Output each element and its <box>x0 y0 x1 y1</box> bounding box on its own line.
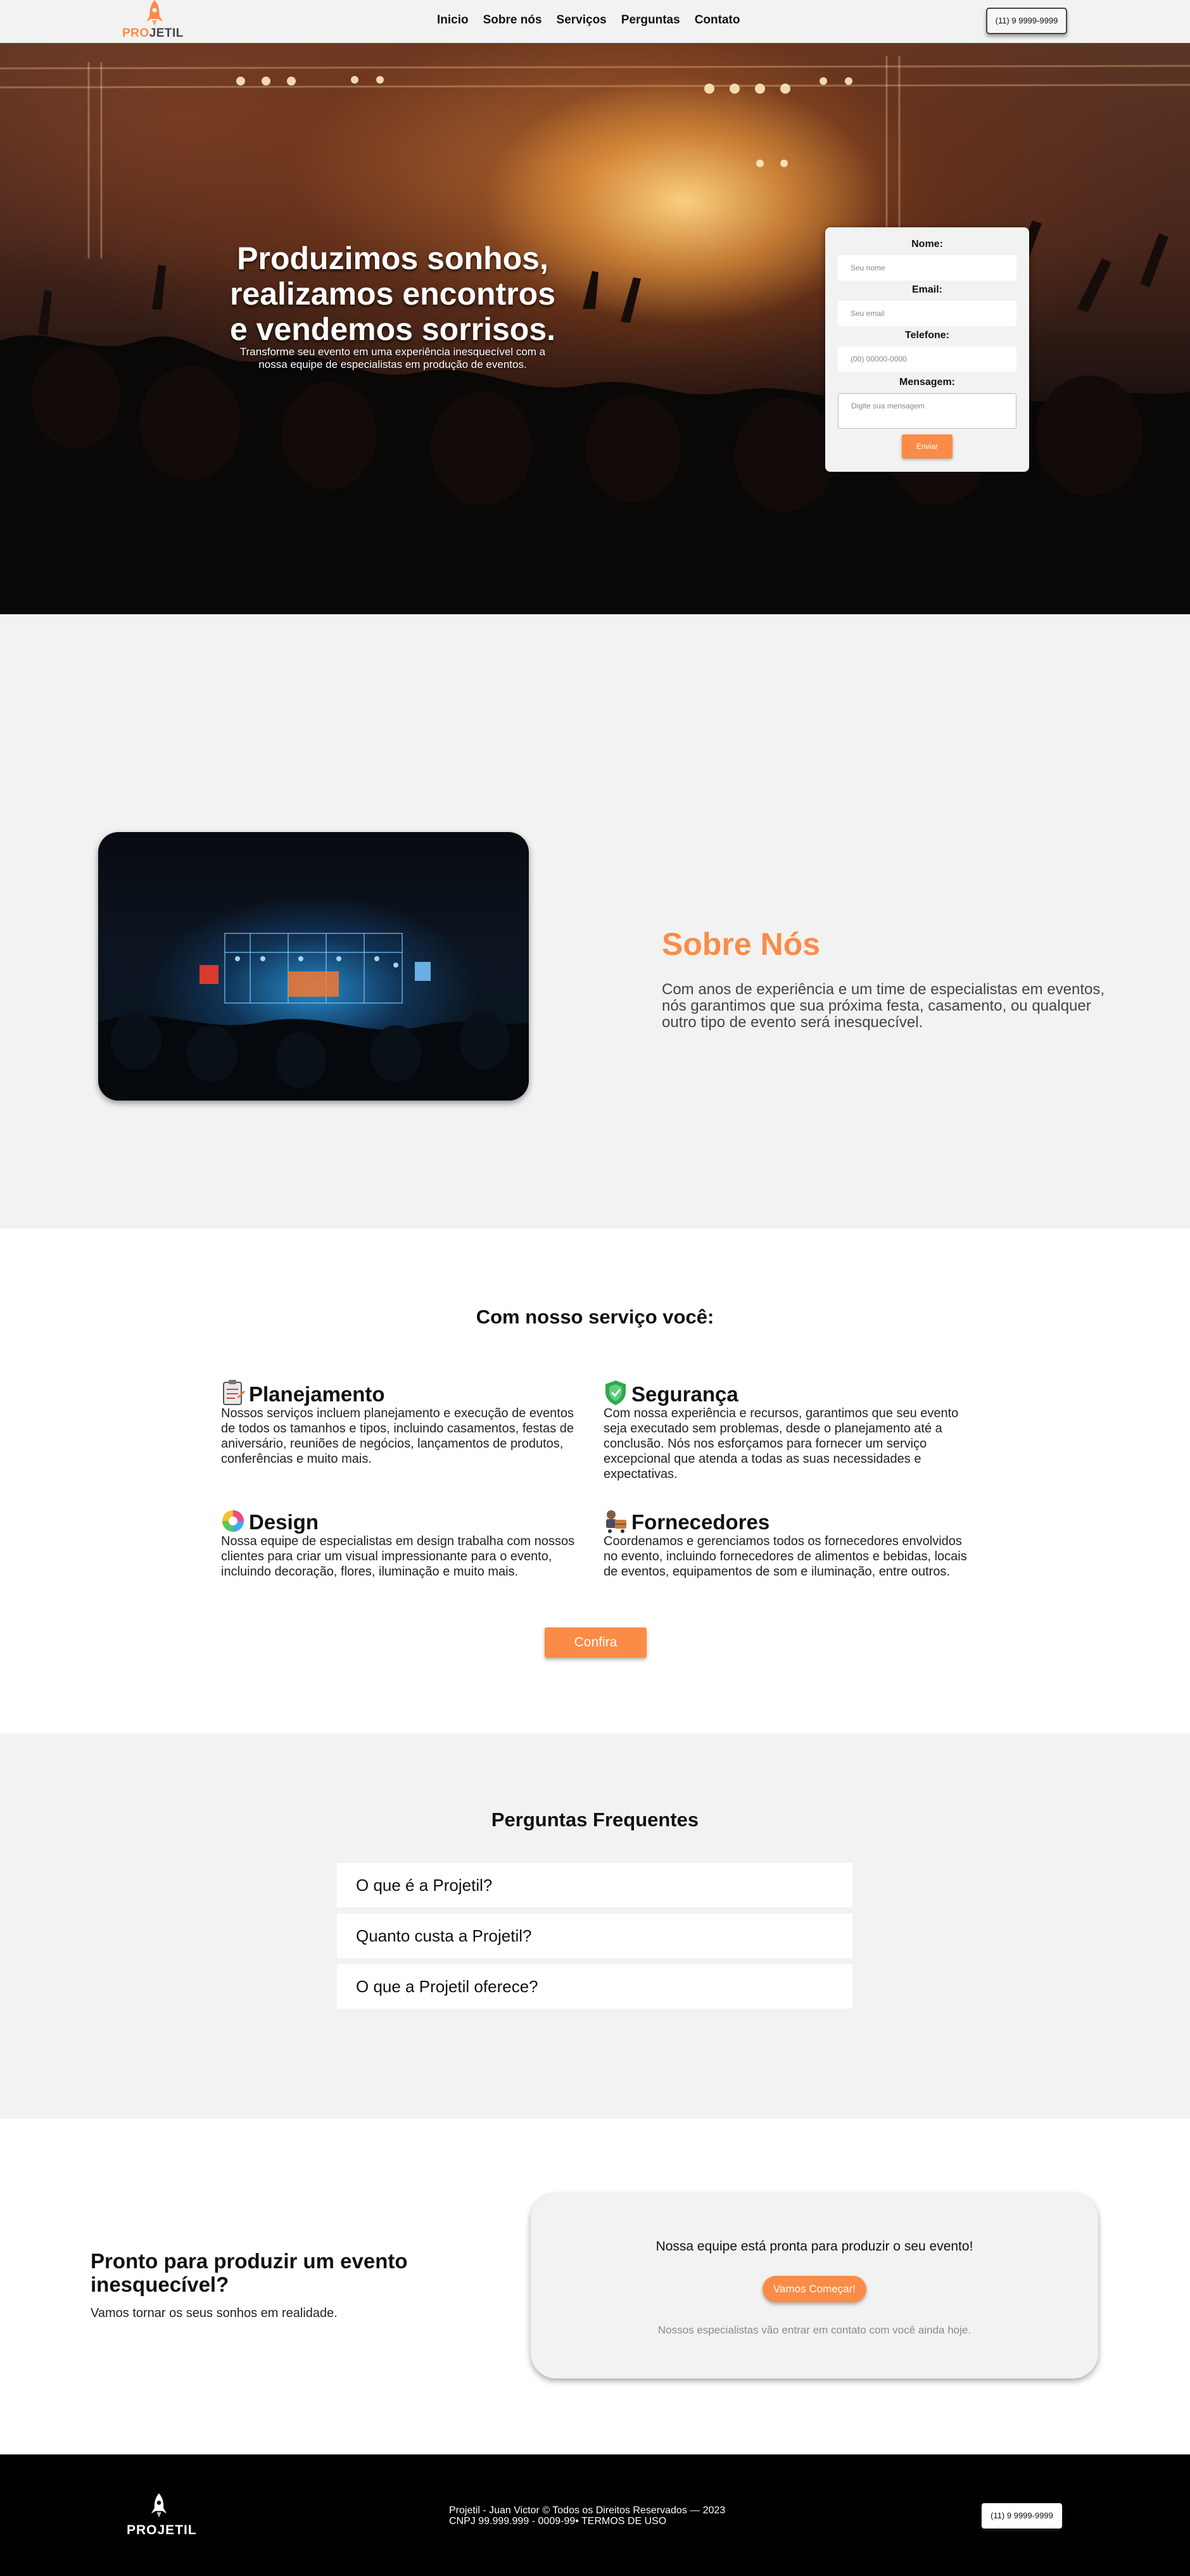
stage-illustration <box>98 933 529 1101</box>
faq-item[interactable]: O que a Projetil oferece? <box>337 1964 852 2009</box>
cta-section: Pronto para produzir um evento inesquecí… <box>0 2119 1190 2454</box>
logo-text: PROJETIL <box>122 27 184 41</box>
message-input[interactable] <box>838 393 1016 429</box>
cta-subtitle: Vamos tornar os seus sonhos em realidade… <box>91 2306 338 2320</box>
nav-link-sobre[interactable]: Sobre nós <box>483 13 542 27</box>
about-text: Com anos de experiência e um time de esp… <box>662 981 1105 1031</box>
about-title: Sobre Nós <box>662 926 821 962</box>
phone-button[interactable]: (11) 9 9999-9999 <box>986 8 1067 34</box>
faq-section: Perguntas Frequentes O que é a Projetil?… <box>0 1734 1190 2119</box>
footer-phone-button[interactable]: (11) 9 9999-9999 <box>982 2503 1062 2529</box>
color-palette-icon <box>222 1510 244 1532</box>
hero-section: Produzimos sonhos, realizamos encontros … <box>0 43 1190 614</box>
nav-link-inicio[interactable]: Inicio <box>437 13 469 27</box>
about-section: Sobre Nós Com anos de experiência e um t… <box>0 614 1190 1228</box>
rocket-icon <box>146 0 163 26</box>
name-input[interactable] <box>838 255 1016 281</box>
shield-icon <box>605 1380 626 1405</box>
footer-copyright: Projetil - Juan Victor © Todos os Direit… <box>449 2505 725 2527</box>
hero-title: Produzimos sonhos, realizamos encontros … <box>190 241 595 347</box>
service-title: Design <box>249 1510 319 1534</box>
concert-stage-image <box>98 832 529 1101</box>
faq-item[interactable]: Quanto custa a Projetil? <box>337 1914 852 1958</box>
logo-text-pro: PRO <box>122 27 149 40</box>
start-button[interactable]: Vamos Começar! <box>763 2276 866 2302</box>
faq-title: Perguntas Frequentes <box>491 1809 699 1831</box>
navbar: PROJETIL Inicio Sobre nós Serviços Pergu… <box>0 0 1190 43</box>
hero-subtitle: Transforme seu evento em uma experiência… <box>239 346 546 370</box>
phone-label: Telefone: <box>905 330 949 341</box>
nav-link-servicos[interactable]: Serviços <box>557 13 607 27</box>
cnpj-text: CNPJ 99.999.999 - 0009-99• TERMOS DE USO <box>449 2516 667 2527</box>
services-section: Com nosso serviço você: Planejamento Nos… <box>0 1228 1190 1734</box>
footer-logo[interactable]: PROJETIL <box>127 2492 196 2543</box>
phone-input[interactable] <box>838 346 1016 372</box>
cta-title: Pronto para produzir um evento inesquecí… <box>91 2249 408 2296</box>
faq-item[interactable]: O que é a Projetil? <box>337 1863 852 1907</box>
confira-button[interactable]: Confira <box>545 1627 647 1658</box>
copyright-text: Projetil - Juan Victor © Todos os Direit… <box>449 2505 726 2516</box>
brand-logo[interactable]: PROJETIL <box>120 0 190 43</box>
service-card-design: Design Nossa equipe de especialistas em … <box>221 1505 588 1579</box>
footer: PROJETIL Projetil - Juan Victor © Todos … <box>0 2454 1190 2576</box>
service-title: Planejamento <box>249 1382 385 1406</box>
message-label: Mensagem: <box>899 377 956 388</box>
email-label: Email: <box>911 284 942 295</box>
footer-logo-text: PROJETIL <box>127 2523 197 2537</box>
hero-title-line1: Produzimos sonhos, <box>237 241 548 276</box>
hero-title-line2: realizamos encontros <box>229 276 556 312</box>
service-title: Segurança <box>631 1382 738 1406</box>
cta-card: Nossa equipe está pronta para produzir o… <box>531 2194 1098 2378</box>
service-text: Coordenamos e gerenciamos todos os forne… <box>604 1534 967 1579</box>
service-text: Nossos serviços incluem planejamento e e… <box>221 1406 574 1466</box>
clipboard-icon <box>223 1380 245 1405</box>
cta-note: Nossos especialistas vão entrar em conta… <box>657 2324 972 2336</box>
hero-title-line3: e vendemos sorrisos. <box>229 312 556 347</box>
service-card-seguranca: Segurança Com nossa experiência e recurs… <box>604 1377 971 1482</box>
email-input[interactable] <box>838 301 1016 326</box>
supplier-icon <box>606 1510 626 1533</box>
nav-link-perguntas[interactable]: Perguntas <box>621 13 680 27</box>
rocket-icon <box>151 2493 167 2518</box>
logo-text-jetil: JETIL <box>149 27 184 40</box>
contact-form: Nome: Email: Telefone: Mensagem: Enviar <box>825 227 1029 472</box>
service-title: Fornecedores <box>631 1510 770 1534</box>
main-nav: Inicio Sobre nós Serviços Perguntas Cont… <box>437 13 740 27</box>
name-label: Nome: <box>911 239 943 249</box>
services-title: Com nosso serviço você: <box>476 1306 714 1328</box>
service-card-planejamento: Planejamento Nossos serviços incluem pla… <box>221 1377 588 1467</box>
cta-card-text: Nossa equipe está pronta para produzir o… <box>655 2239 973 2254</box>
service-text: Nossa equipe de especialistas em design … <box>221 1534 575 1579</box>
send-button[interactable]: Enviar <box>902 434 953 458</box>
nav-link-contato[interactable]: Contato <box>695 13 740 27</box>
service-text: Com nossa experiência e recursos, garant… <box>604 1406 959 1481</box>
service-card-fornecedores: Fornecedores Coordenamos e gerenciamos t… <box>604 1505 971 1579</box>
